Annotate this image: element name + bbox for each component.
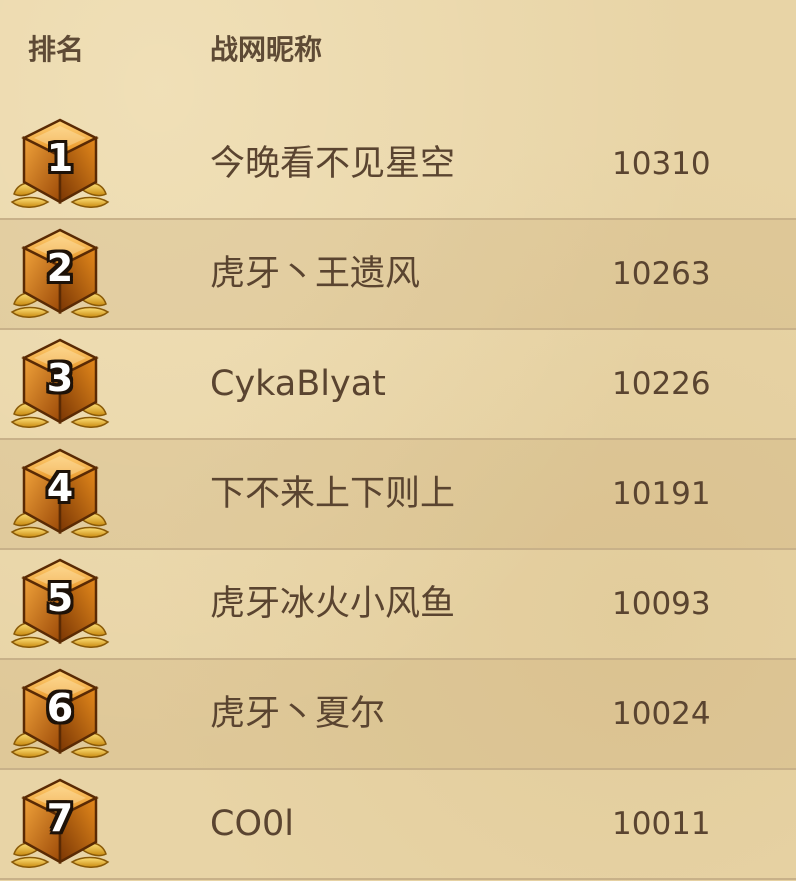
leaderboard-header: 排名 战网昵称 — [0, 0, 796, 110]
table-row: 6 虎牙丶夏尔 10024 — [0, 660, 796, 770]
player-nickname: CykaBlyat — [210, 364, 386, 404]
table-row: 2 虎牙丶王遗风 10263 — [0, 220, 796, 330]
player-nickname: CO0l — [210, 804, 294, 844]
leaderboard: 排名 战网昵称 1 今晚看不见星空 10310 2 虎牙丶王遗风 10263 3 — [0, 0, 796, 881]
rank-medal-icon: 3 — [8, 336, 112, 432]
rank-number: 5 — [46, 576, 74, 620]
rank-medal-icon: 6 — [8, 666, 112, 762]
player-nickname: 虎牙丶夏尔 — [210, 694, 386, 734]
player-nickname: 虎牙丶王遗风 — [210, 254, 421, 294]
player-score: 10310 — [612, 146, 711, 182]
rank-medal-icon: 2 — [8, 226, 112, 322]
rank-number: 6 — [46, 686, 74, 730]
table-row: 1 今晚看不见星空 10310 — [0, 110, 796, 220]
player-nickname: 今晚看不见星空 — [210, 144, 456, 184]
rank-medal-icon: 4 — [8, 446, 112, 542]
player-score: 10093 — [612, 586, 711, 622]
nickname-column-header: 战网昵称 — [210, 33, 323, 66]
player-nickname: 虎牙冰火小风鱼 — [210, 584, 456, 624]
player-score: 10226 — [612, 366, 711, 402]
player-nickname: 下不来上下则上 — [210, 474, 456, 514]
table-row: 7 CO0l 10011 — [0, 770, 796, 880]
player-score: 10024 — [612, 696, 711, 732]
rank-medal-icon: 7 — [8, 776, 112, 872]
rank-medal-icon: 5 — [8, 556, 112, 652]
rank-number: 3 — [46, 356, 74, 400]
rank-column-header: 排名 — [28, 33, 85, 66]
rank-number: 4 — [46, 466, 74, 510]
table-row: 5 虎牙冰火小风鱼 10093 — [0, 550, 796, 660]
table-row: 4 下不来上下则上 10191 — [0, 440, 796, 550]
rank-number: 1 — [46, 136, 74, 180]
rank-number: 7 — [46, 796, 74, 840]
player-score: 10191 — [612, 476, 711, 512]
leaderboard-rows: 1 今晚看不见星空 10310 2 虎牙丶王遗风 10263 3 CykaBly… — [0, 110, 796, 880]
rank-medal-icon: 1 — [8, 116, 112, 212]
player-score: 10263 — [612, 256, 711, 292]
table-row: 3 CykaBlyat 10226 — [0, 330, 796, 440]
rank-number: 2 — [46, 246, 74, 290]
player-score: 10011 — [612, 806, 711, 842]
